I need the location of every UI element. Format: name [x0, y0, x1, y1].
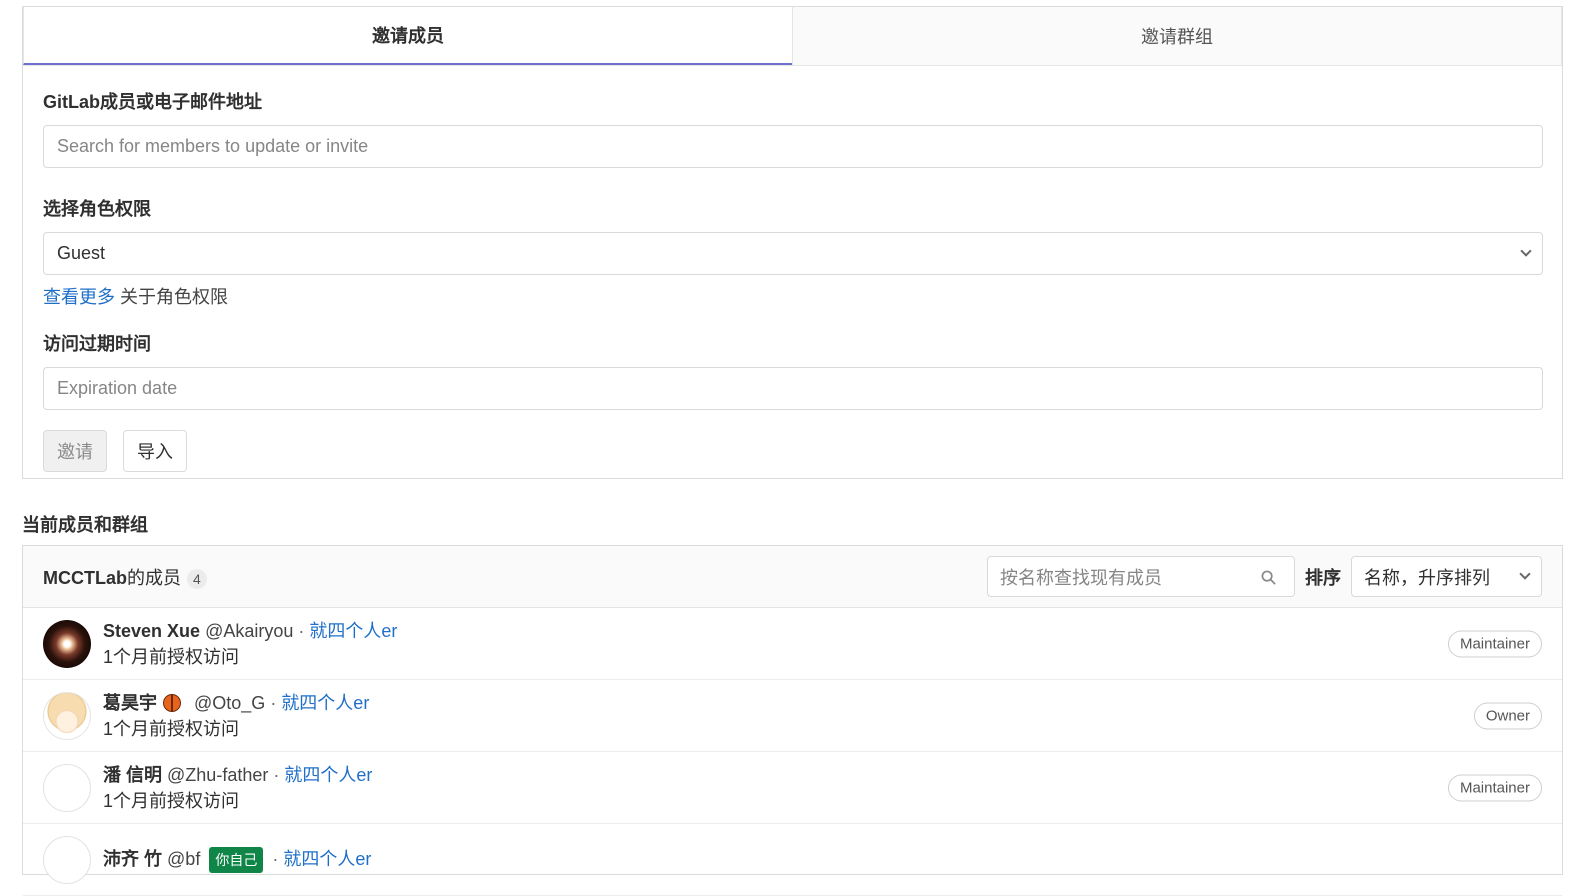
- member-count-badge: 4: [187, 568, 207, 589]
- role-select[interactable]: Guest: [43, 232, 1543, 275]
- member-granted-time: 1个月前授权访问: [103, 718, 240, 739]
- member-info: 葛昊宇 @Oto_G · 就四个人er 1个月前授权访问: [103, 690, 369, 742]
- avatar[interactable]: [43, 835, 91, 884]
- role-badge: Maintainer: [1447, 630, 1542, 657]
- invite-panel: 邀请成员 邀请群组 GitLab成员或电子邮件地址 Search for mem…: [22, 6, 1563, 479]
- role-help-link[interactable]: 查看更多: [43, 287, 115, 307]
- member-name-line: 葛昊宇 @Oto_G · 就四个人er: [103, 690, 369, 716]
- tab-invite-members[interactable]: 邀请成员: [23, 6, 792, 65]
- member-row: 葛昊宇 @Oto_G · 就四个人er 1个月前授权访问 Owner: [23, 680, 1562, 752]
- import-button[interactable]: 导入: [123, 430, 187, 472]
- member-handle: @Oto_G: [194, 692, 266, 713]
- role-help-suffix: 关于角色权限: [115, 287, 229, 307]
- group-name: MCCTLab: [43, 567, 127, 588]
- member-info: Steven Xue @Akairyou · 就四个人er 1个月前授权访问: [103, 618, 397, 670]
- member-filter-input[interactable]: 按名称查找现有成员: [987, 556, 1295, 597]
- separator: ·: [267, 849, 284, 869]
- tab-invite-groups[interactable]: 邀请群组: [792, 6, 1562, 65]
- separator: ·: [265, 692, 282, 713]
- avatar[interactable]: [43, 763, 91, 812]
- chevron-down-icon: [1520, 244, 1532, 257]
- member-row: 潘 信明 @Zhu-father · 就四个人er 1个月前授权访问 Maint…: [23, 752, 1562, 824]
- avatar[interactable]: [43, 619, 91, 668]
- member-name[interactable]: 潘 信明: [103, 765, 162, 785]
- member-filter-placeholder: 按名称查找现有成员: [1000, 567, 1162, 588]
- member-handle: @Zhu-father: [167, 764, 269, 785]
- sort-select-value: 名称，升序排列: [1364, 567, 1490, 588]
- member-name-line: Steven Xue @Akairyou · 就四个人er: [103, 618, 397, 644]
- invite-form: GitLab成员或电子邮件地址 Search for members to up…: [23, 66, 1562, 472]
- group-suffix: 的成员: [127, 567, 181, 588]
- member-search-placeholder: Search for members to update or invite: [57, 136, 369, 156]
- separator: ·: [293, 620, 310, 641]
- role-field-label: 选择角色权限: [43, 199, 151, 219]
- sort-label: 排序: [1305, 567, 1341, 588]
- member-granted-time: 1个月前授权访问: [103, 790, 240, 811]
- member-name[interactable]: 葛昊宇: [103, 693, 157, 713]
- member-info: 沛齐 竹 @bf 你自己 · 就四个人er: [103, 846, 371, 873]
- member-handle: @Akairyou: [205, 620, 294, 641]
- member-row: 沛齐 竹 @bf 你自己 · 就四个人er: [23, 824, 1562, 896]
- members-list-panel: MCCTLab的成员 4 按名称查找现有成员 排序 名称，升序排列 Steven …: [22, 545, 1563, 896]
- member-group-link[interactable]: 就四个人er: [309, 621, 397, 641]
- search-icon[interactable]: [1261, 570, 1276, 585]
- role-help-text: 查看更多 关于角色权限: [43, 283, 1542, 309]
- expiry-field-label: 访问过期时间: [43, 334, 151, 354]
- member-row: Steven Xue @Akairyou · 就四个人er 1个月前授权访问 M…: [23, 608, 1562, 680]
- member-name-line: 沛齐 竹 @bf 你自己 · 就四个人er: [103, 846, 371, 873]
- role-badge: Maintainer: [1447, 774, 1542, 801]
- member-group-link[interactable]: 就四个人er: [281, 693, 369, 713]
- role-badge: Owner: [1473, 702, 1542, 729]
- members-header: MCCTLab的成员 4 按名称查找现有成员 排序 名称，升序排列: [23, 546, 1562, 608]
- invite-button[interactable]: 邀请: [43, 430, 107, 472]
- chevron-down-icon: [1519, 567, 1531, 580]
- invite-actions: 邀请 导入: [43, 430, 1542, 472]
- member-field-label: GitLab成员或电子邮件地址: [43, 92, 262, 112]
- members-title: MCCTLab的成员 4: [43, 564, 207, 590]
- sort-select[interactable]: 名称，升序排列: [1351, 556, 1542, 597]
- member-handle: @bf: [167, 849, 201, 869]
- you-badge: 你自己: [209, 847, 264, 873]
- separator: ·: [268, 764, 285, 785]
- basketball-icon: [163, 693, 181, 712]
- member-group-link[interactable]: 就四个人er: [284, 765, 372, 785]
- members-controls: 按名称查找现有成员 排序 名称，升序排列: [987, 556, 1542, 597]
- expiry-date-placeholder: Expiration date: [57, 378, 178, 398]
- member-search-input[interactable]: Search for members to update or invite: [43, 125, 1543, 168]
- role-select-value: Guest: [57, 243, 106, 263]
- member-name-line: 潘 信明 @Zhu-father · 就四个人er: [103, 762, 372, 788]
- member-granted-time: 1个月前授权访问: [103, 646, 240, 667]
- member-name[interactable]: 沛齐 竹: [103, 849, 162, 869]
- member-group-link[interactable]: 就四个人er: [283, 849, 371, 869]
- member-name[interactable]: Steven Xue: [103, 621, 200, 641]
- expiry-date-input[interactable]: Expiration date: [43, 367, 1543, 410]
- member-info: 潘 信明 @Zhu-father · 就四个人er 1个月前授权访问: [103, 762, 372, 814]
- members-section-title: 当前成员和群组: [22, 515, 148, 535]
- invite-tabs: 邀请成员 邀请群组: [23, 6, 1562, 66]
- avatar[interactable]: [43, 691, 91, 740]
